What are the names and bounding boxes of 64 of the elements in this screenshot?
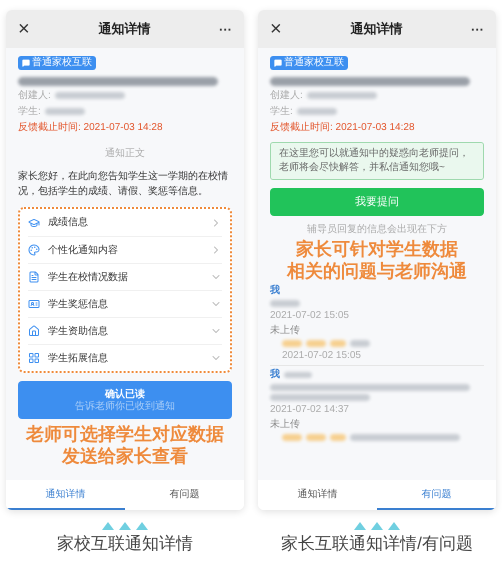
graduation-cap-icon [28, 216, 40, 228]
option-row[interactable]: 学生资助信息 [28, 317, 222, 344]
house-icon [28, 325, 40, 337]
message-date: 2021-07-02 15:05 [270, 310, 350, 322]
triangles-icon [102, 520, 148, 530]
creator-label: 创建人: [18, 89, 51, 102]
student-label: 学生: [270, 105, 293, 118]
sender-name: 我 [270, 285, 280, 297]
option-row[interactable]: 个性化通知内容 [28, 236, 222, 263]
chat-icon [274, 59, 282, 67]
blurred-text [330, 434, 346, 441]
creator-label: 创建人: [270, 89, 303, 102]
caption-text: 家校互联通知详情 [57, 533, 193, 555]
grid-icon [28, 352, 40, 364]
blurred-text [330, 340, 346, 347]
more-button[interactable]: ··· [471, 22, 484, 36]
upload-status: 未上传 [270, 419, 301, 431]
blurred-text [282, 434, 302, 441]
option-row[interactable]: 学生奖惩信息 [28, 290, 222, 317]
annotation-text: 老师可选择学生对应数据 [26, 423, 224, 445]
student-label: 学生: [18, 105, 41, 118]
option-row[interactable]: 学生拓展信息 [28, 344, 222, 371]
blurred-text [306, 92, 377, 99]
id-card-icon [28, 298, 40, 310]
blurred-text [54, 92, 125, 99]
annotation-text: 发送给家长查看 [62, 445, 188, 467]
option-row[interactable]: 成绩信息 [28, 209, 222, 236]
upload-status: 未上传 [270, 325, 301, 337]
annotation-text: 家长可针对学生数据 [296, 238, 458, 260]
tab[interactable]: 有问题 [125, 480, 244, 510]
blurred-text [306, 340, 326, 347]
option-row[interactable]: 学生在校情况数据 [28, 263, 222, 290]
category-tag: 普通家校互联 [270, 56, 348, 70]
blurred-text [270, 300, 300, 307]
tab[interactable]: 通知详情 [6, 480, 125, 510]
triangles-icon [354, 520, 400, 530]
blurred-text [282, 340, 302, 347]
deadline-text: 反馈截止时间: 2021-07-03 14:28 [18, 121, 164, 134]
notice-body: 家长您好，在此向您告知学生这一学期的在校情况，包括学生的成绩、请假、奖惩等信息。 [18, 170, 229, 199]
category-tag: 普通家校互联 [18, 56, 96, 70]
window-title: 通知详情 [350, 20, 402, 38]
caption-text: 家长互联通知详情/有问题 [281, 533, 473, 555]
close-button[interactable]: × [18, 19, 30, 39]
reply-hint: 辅导员回复的信息会出现在下方 [307, 224, 447, 236]
window-title: 通知详情 [98, 20, 150, 38]
more-button[interactable]: ··· [219, 22, 232, 36]
notice-box: 在这里您可以就通知中的疑惑向老师提问，老师将会尽快解答，并私信通知您哦~ [270, 142, 484, 180]
blurred-text [44, 108, 85, 115]
message-date: 2021-07-02 14:37 [270, 404, 350, 416]
tab[interactable]: 有问题 [377, 480, 496, 510]
tab[interactable]: 通知详情 [258, 480, 377, 510]
blurred-text [296, 108, 337, 115]
annotation-text: 相关的问题与老师沟通 [287, 260, 467, 282]
deadline-text: 反馈截止时间: 2021-07-03 14:28 [270, 121, 416, 134]
message-date: 2021-07-02 15:05 [281, 350, 362, 362]
sender-name: 我 [270, 369, 280, 381]
document-icon [28, 271, 40, 283]
section-label: 通知正文 [105, 146, 145, 161]
blurred-text [350, 340, 370, 347]
palette-icon [28, 244, 40, 256]
chat-icon [22, 59, 30, 67]
blurred-text [306, 434, 326, 441]
close-button[interactable]: × [270, 19, 282, 39]
blurred-text [284, 372, 312, 378]
